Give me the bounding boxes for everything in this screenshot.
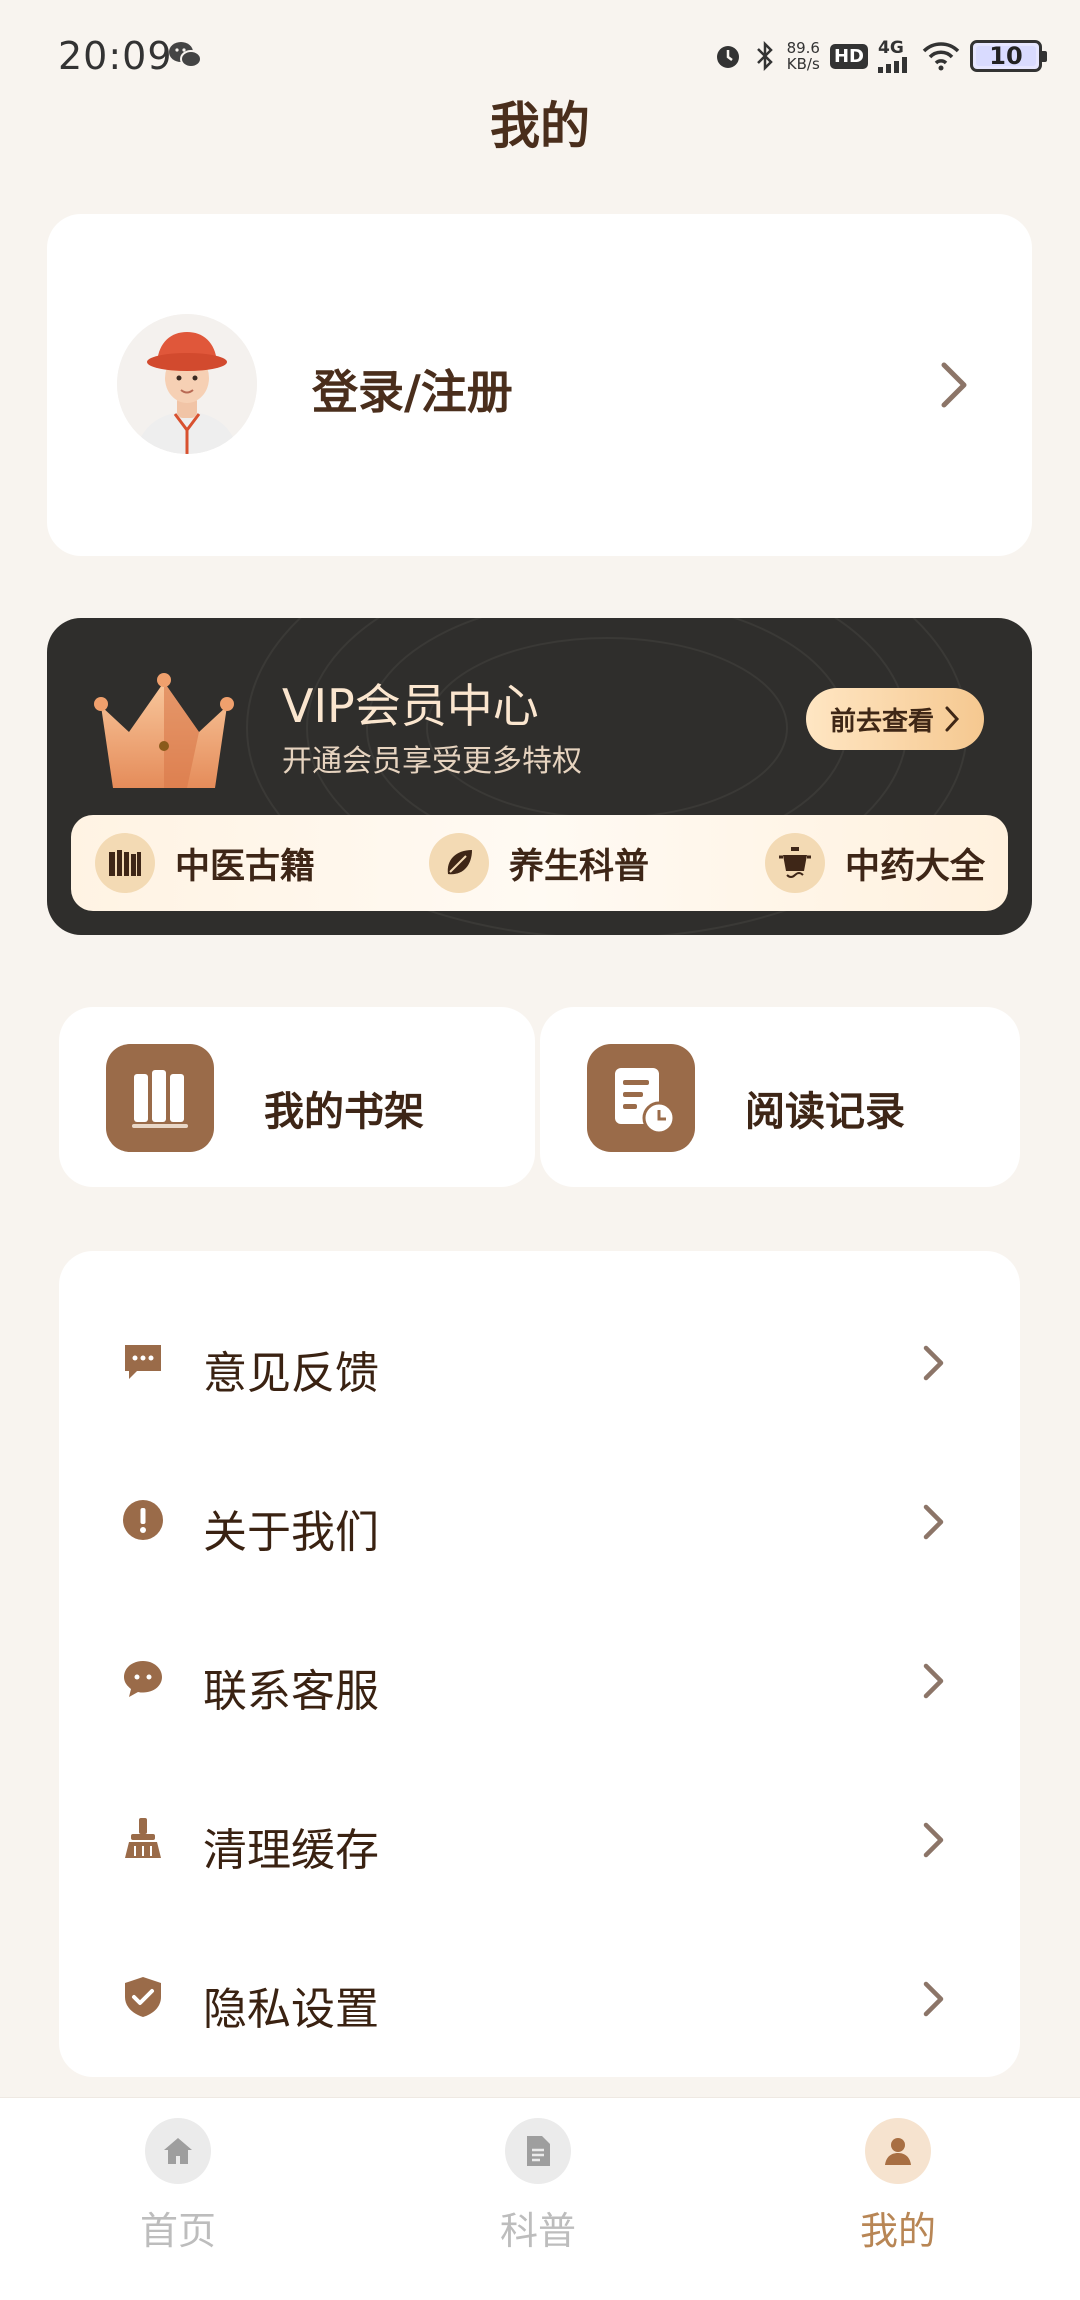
menu-item-label: 清理缓存 <box>203 1825 379 1876</box>
reading-history-icon <box>587 1044 695 1152</box>
tab-label: 首页 <box>139 2209 216 2253</box>
chevron-right-icon <box>923 1504 944 1540</box>
info-icon <box>123 1500 163 1540</box>
vip-feature-label: 中医古籍 <box>175 846 316 887</box>
avatar-illustration <box>117 314 257 454</box>
menu-item-label: 联系客服 <box>203 1666 379 1717</box>
chevron-right-icon <box>923 1981 944 2017</box>
crown-icon <box>94 673 234 788</box>
feedback-icon <box>125 1345 161 1379</box>
shield-icon <box>125 1977 161 2017</box>
chevron-right-icon[interactable] <box>934 359 974 411</box>
vip-feature-health[interactable]: 养生科普 <box>429 833 649 893</box>
chevron-right-icon <box>923 1663 944 1699</box>
alarm-icon <box>716 46 739 68</box>
home-icon <box>145 2118 211 2184</box>
tab-mine[interactable]: 我的 <box>818 2118 978 2255</box>
hd-badge: HD <box>829 43 868 69</box>
settings-menu: 意见反馈 关于我们 联系客服 清理缓存 隐私设置 <box>59 1251 1020 2077</box>
vip-card[interactable]: VIP会员中心 开通会员享受更多特权 前去查看 中医古籍 养生科普 中药大全 <box>47 618 1032 935</box>
menu-item-about[interactable]: 关于我们 <box>59 1460 1020 1580</box>
document-icon <box>505 2118 571 2184</box>
books-icon <box>95 833 155 893</box>
vip-title: VIP会员中心 <box>282 679 539 733</box>
tab-label: 科普 <box>499 2209 576 2253</box>
menu-item-label: 关于我们 <box>203 1507 379 1558</box>
bookshelf-label: 我的书架 <box>264 1089 424 1135</box>
avatar[interactable] <box>117 314 257 454</box>
bottom-tab-bar: 首页 科普 我的 <box>0 2097 1080 2300</box>
broom-icon <box>125 1818 161 1858</box>
menu-item-feedback[interactable]: 意见反馈 <box>59 1301 1020 1421</box>
status-indicators: 89.6 KB/s HD 4G 10 <box>713 36 1047 76</box>
reading-history-tile[interactable]: 阅读记录 <box>540 1007 1020 1187</box>
network-type: 4G <box>878 37 904 58</box>
status-time: 20:09 <box>58 34 173 78</box>
network-speed-value: 89.6 <box>786 39 820 57</box>
tab-science[interactable]: 科普 <box>458 2118 618 2255</box>
vip-feature-label: 养生科普 <box>509 846 650 887</box>
leaf-icon <box>429 833 489 893</box>
tab-home[interactable]: 首页 <box>98 2118 258 2255</box>
bluetooth-icon <box>756 41 773 71</box>
vip-feature-herbs[interactable]: 中药大全 <box>765 833 985 893</box>
chevron-right-icon <box>945 706 960 732</box>
login-card[interactable]: 登录/注册 <box>47 214 1032 556</box>
network-speed-unit: KB/s <box>786 55 820 73</box>
bookshelf-tile[interactable]: 我的书架 <box>59 1007 535 1187</box>
vip-feature-classics[interactable]: 中医古籍 <box>95 833 315 893</box>
profile-screen: 20:09 89.6 KB/s HD 4G 10 我的 登录/注册 VIP会员中… <box>0 0 1080 2300</box>
menu-item-label: 意见反馈 <box>203 1348 379 1399</box>
bookshelf-icon <box>106 1044 214 1152</box>
menu-item-customer-service[interactable]: 联系客服 <box>59 1619 1020 1739</box>
battery-level: 10 <box>989 42 1023 70</box>
user-icon <box>865 2118 931 2184</box>
vip-view-button[interactable]: 前去查看 <box>806 688 984 750</box>
menu-item-privacy[interactable]: 隐私设置 <box>59 1937 1020 2057</box>
pot-icon <box>765 833 825 893</box>
wifi-icon <box>922 42 960 71</box>
vip-subtitle: 开通会员享受更多特权 <box>282 744 582 779</box>
menu-item-clear-cache[interactable]: 清理缓存 <box>59 1778 1020 1898</box>
menu-item-label: 隐私设置 <box>203 1984 379 2035</box>
page-title: 我的 <box>490 97 590 155</box>
reading-history-label: 阅读记录 <box>745 1089 905 1135</box>
vip-feature-label: 中药大全 <box>845 846 986 887</box>
login-register-label[interactable]: 登录/注册 <box>312 356 513 422</box>
wechat-icon <box>169 42 202 68</box>
network-speed: 89.6 KB/s <box>787 40 820 72</box>
cellular-signal: 4G <box>878 37 912 73</box>
vip-features: 中医古籍 养生科普 中药大全 <box>71 815 1008 911</box>
battery-indicator: 10 <box>970 40 1047 72</box>
chat-icon <box>124 1661 162 1697</box>
chevron-right-icon <box>923 1345 944 1381</box>
vip-view-button-label: 前去查看 <box>829 706 934 737</box>
tab-label: 我的 <box>859 2209 936 2253</box>
chevron-right-icon <box>923 1822 944 1858</box>
signal-bars-icon <box>878 56 907 73</box>
